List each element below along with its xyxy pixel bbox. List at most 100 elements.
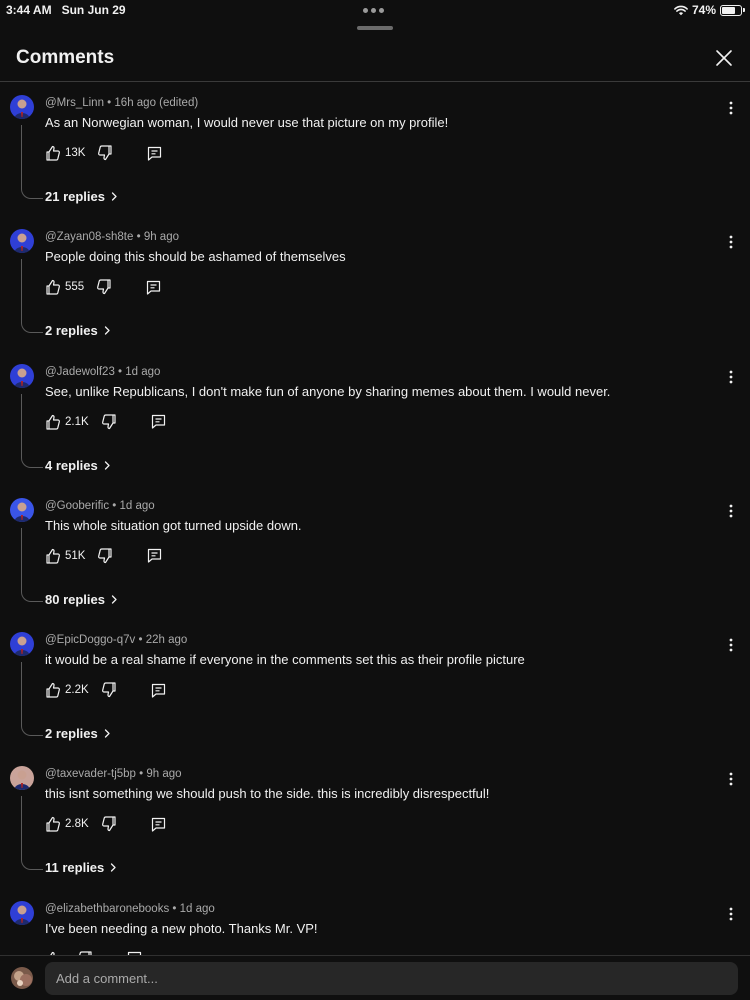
comment-meta: @Gooberific • 1d ago bbox=[45, 500, 155, 512]
multitasking-dots-icon[interactable] bbox=[363, 8, 384, 13]
comment-author[interactable]: @taxevader-tj5bp bbox=[45, 768, 136, 780]
view-replies-button[interactable]: 2 replies bbox=[45, 323, 111, 338]
chevron-right-icon bbox=[104, 729, 110, 738]
dislike-button[interactable] bbox=[97, 548, 113, 564]
comment-age: 9h ago bbox=[143, 231, 179, 244]
reply-button[interactable] bbox=[151, 683, 166, 698]
like-button[interactable]: 555 bbox=[45, 279, 84, 295]
chevron-right-icon bbox=[111, 192, 117, 201]
status-date: Sun Jun 29 bbox=[61, 3, 126, 17]
comment-author[interactable]: @Gooberific bbox=[45, 500, 109, 512]
close-icon[interactable] bbox=[712, 46, 736, 70]
meta-separator: • bbox=[135, 768, 147, 781]
more-options-icon[interactable] bbox=[728, 772, 734, 786]
reply-button[interactable] bbox=[146, 280, 161, 295]
meta-separator: • bbox=[103, 97, 115, 109]
like-button[interactable]: 2.8K bbox=[45, 816, 89, 833]
like-button[interactable]: 13K bbox=[45, 145, 85, 161]
reply-button[interactable] bbox=[151, 414, 166, 429]
thumbs-down-icon bbox=[101, 816, 116, 832]
thread-line bbox=[21, 796, 43, 871]
avatar[interactable] bbox=[10, 229, 34, 254]
chevron-right-icon bbox=[104, 460, 110, 470]
page-title: Comments bbox=[16, 47, 115, 68]
like-button[interactable]: 51K bbox=[45, 548, 85, 564]
battery-percent: 74% bbox=[691, 3, 716, 17]
thumbs-up-icon bbox=[46, 548, 60, 564]
avatar[interactable] bbox=[10, 632, 34, 657]
reply-button[interactable] bbox=[151, 817, 166, 832]
status-bar: 3:44 AM Sun Jun 29 74% bbox=[0, 0, 750, 20]
battery-icon bbox=[720, 4, 745, 16]
comment-text: I've been needing a new photo. Thanks Mr… bbox=[45, 920, 318, 936]
chevron-right-icon bbox=[111, 863, 116, 873]
reply-comment-icon bbox=[148, 146, 162, 161]
avatar[interactable] bbox=[10, 766, 34, 791]
comment-meta: @taxevader-tj5bp • 9h ago bbox=[45, 768, 182, 780]
comment-author[interactable]: @Zayan08-sh8te bbox=[45, 231, 133, 243]
comment-item: @EpicDoggo-q7v • 22h ago it would be a re… bbox=[0, 620, 750, 754]
comments-screen: 3:44 AM Sun Jun 29 74% Comments @Mrs_Lin… bbox=[0, 0, 750, 1000]
comment-text: it would be a real shame if everyone in … bbox=[45, 652, 525, 668]
view-replies-button[interactable]: 21 replies bbox=[45, 189, 118, 204]
comment-age: 1d ago bbox=[179, 902, 215, 915]
more-options-icon[interactable] bbox=[728, 235, 734, 249]
comment-author[interactable]: @Mrs_Linn bbox=[45, 97, 104, 109]
self-avatar[interactable] bbox=[11, 967, 33, 989]
more-options-icon[interactable] bbox=[728, 370, 734, 384]
reply-comment-icon bbox=[151, 414, 165, 429]
meta-separator: • bbox=[169, 902, 180, 915]
dislike-button[interactable] bbox=[97, 145, 113, 161]
meta-separator: • bbox=[114, 365, 126, 378]
add-comment-input[interactable] bbox=[45, 962, 738, 995]
avatar[interactable] bbox=[10, 900, 34, 925]
dislike-button[interactable] bbox=[101, 682, 117, 698]
thread-line bbox=[21, 662, 43, 737]
comment-actions: 2.8K bbox=[45, 816, 166, 833]
comment-author[interactable]: @EpicDoggo-q7v bbox=[45, 634, 135, 646]
view-replies-button[interactable]: 2 replies bbox=[45, 726, 111, 741]
dislike-button[interactable] bbox=[101, 413, 117, 430]
replies-label: 4 replies bbox=[45, 457, 98, 473]
avatar[interactable] bbox=[10, 363, 34, 388]
meta-separator: • bbox=[109, 499, 120, 512]
thread-line bbox=[21, 125, 43, 199]
more-options-icon[interactable] bbox=[728, 504, 734, 518]
like-button[interactable]: 2.2K bbox=[45, 682, 89, 698]
view-replies-button[interactable]: 4 replies bbox=[45, 458, 111, 473]
thread-line bbox=[21, 259, 43, 334]
thumbs-down-icon bbox=[101, 413, 116, 429]
dislike-button[interactable] bbox=[96, 279, 112, 295]
sheet-drag-handle[interactable] bbox=[357, 26, 393, 30]
reply-button[interactable] bbox=[147, 146, 162, 161]
comment-author[interactable]: @Jadewolf23 bbox=[45, 366, 115, 378]
more-options-icon[interactable] bbox=[728, 638, 734, 652]
comment-actions: 13K bbox=[45, 145, 162, 161]
comment-item: @Zayan08-sh8te • 9h ago People doing this… bbox=[0, 217, 750, 351]
comment-age: 1d ago bbox=[119, 499, 155, 512]
dislike-button[interactable] bbox=[101, 816, 117, 832]
comment-author[interactable]: @elizabethbaronebooks bbox=[45, 903, 169, 915]
replies-label: 2 replies bbox=[45, 323, 98, 339]
avatar[interactable] bbox=[10, 95, 34, 119]
view-replies-button[interactable]: 11 replies bbox=[45, 860, 117, 875]
comment-text: this isnt something we should push to th… bbox=[45, 786, 490, 802]
view-replies-button[interactable]: 80 replies bbox=[45, 592, 118, 607]
more-options-icon[interactable] bbox=[728, 907, 734, 921]
comment-meta: @EpicDoggo-q7v • 22h ago bbox=[45, 634, 187, 646]
thumbs-up-icon bbox=[46, 414, 60, 430]
chevron-right-icon bbox=[111, 595, 117, 604]
comment-age: 9h ago bbox=[146, 768, 182, 781]
thumbs-down-icon bbox=[98, 145, 113, 161]
reply-button[interactable] bbox=[147, 548, 162, 563]
like-button[interactable]: 2.1K bbox=[45, 414, 89, 430]
comment-item: @elizabethbaronebooks • 1d ago I've been … bbox=[0, 889, 750, 955]
more-options-icon[interactable] bbox=[728, 101, 734, 115]
replies-label: 2 replies bbox=[45, 726, 98, 742]
wifi-icon bbox=[674, 5, 688, 15]
thumbs-up-icon bbox=[46, 817, 60, 833]
avatar[interactable] bbox=[10, 497, 34, 522]
thumbs-down-icon bbox=[98, 548, 113, 563]
comment-meta: @elizabethbaronebooks • 1d ago bbox=[45, 903, 215, 915]
meta-separator: • bbox=[133, 231, 144, 244]
